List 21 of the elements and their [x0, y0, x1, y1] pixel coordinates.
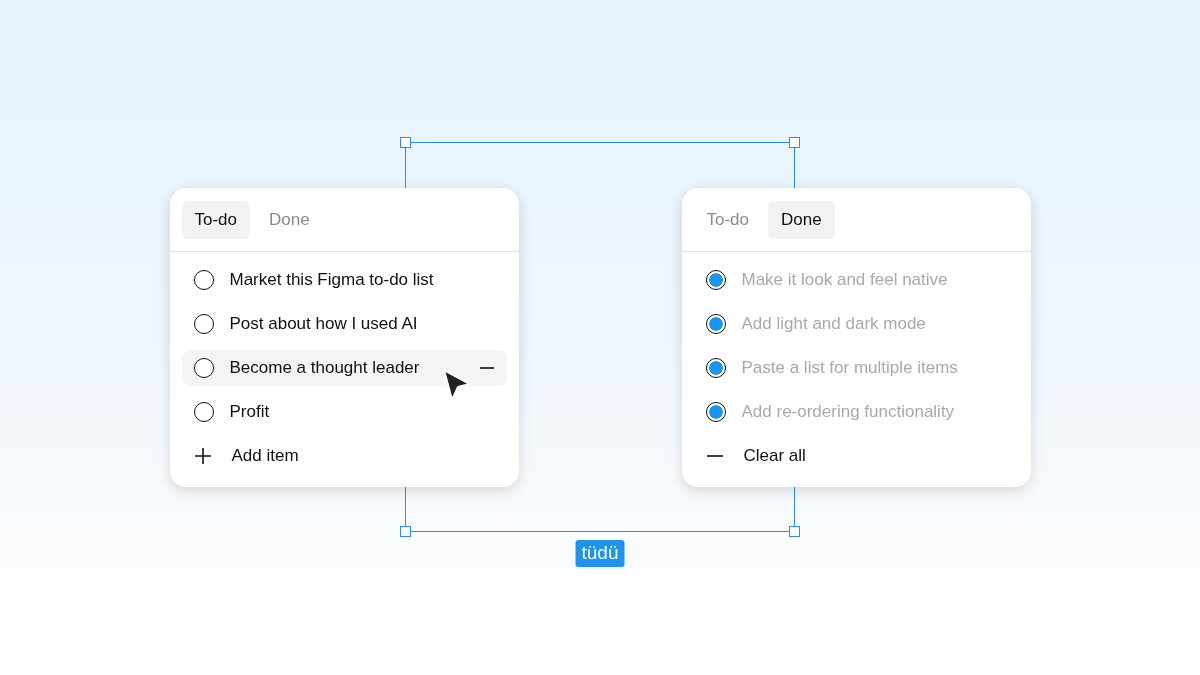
- item-text: Profit: [229, 402, 271, 422]
- checkbox[interactable]: [705, 270, 726, 290]
- resize-handle[interactable]: [789, 137, 800, 148]
- checkbox[interactable]: [193, 270, 214, 290]
- resize-handle[interactable]: [400, 526, 411, 537]
- tab[interactable]: Done: [768, 201, 835, 239]
- checkbox[interactable]: [705, 358, 726, 378]
- resize-handle[interactable]: [400, 137, 411, 148]
- frame-label: tüdü: [575, 540, 625, 567]
- resize-handle[interactable]: [789, 526, 800, 537]
- add-button[interactable]: Add item: [181, 438, 311, 474]
- checkbox[interactable]: [193, 358, 214, 378]
- checkbox[interactable]: [193, 402, 214, 422]
- minus-icon: [705, 455, 724, 457]
- todo-item[interactable]: Become a thought leader: [181, 350, 507, 386]
- checkbox[interactable]: [193, 314, 214, 334]
- checkbox[interactable]: [705, 402, 726, 422]
- tab[interactable]: To-do: [181, 201, 251, 239]
- tab[interactable]: Done: [256, 201, 323, 239]
- checkbox[interactable]: [705, 314, 726, 334]
- plus-icon: [193, 447, 212, 465]
